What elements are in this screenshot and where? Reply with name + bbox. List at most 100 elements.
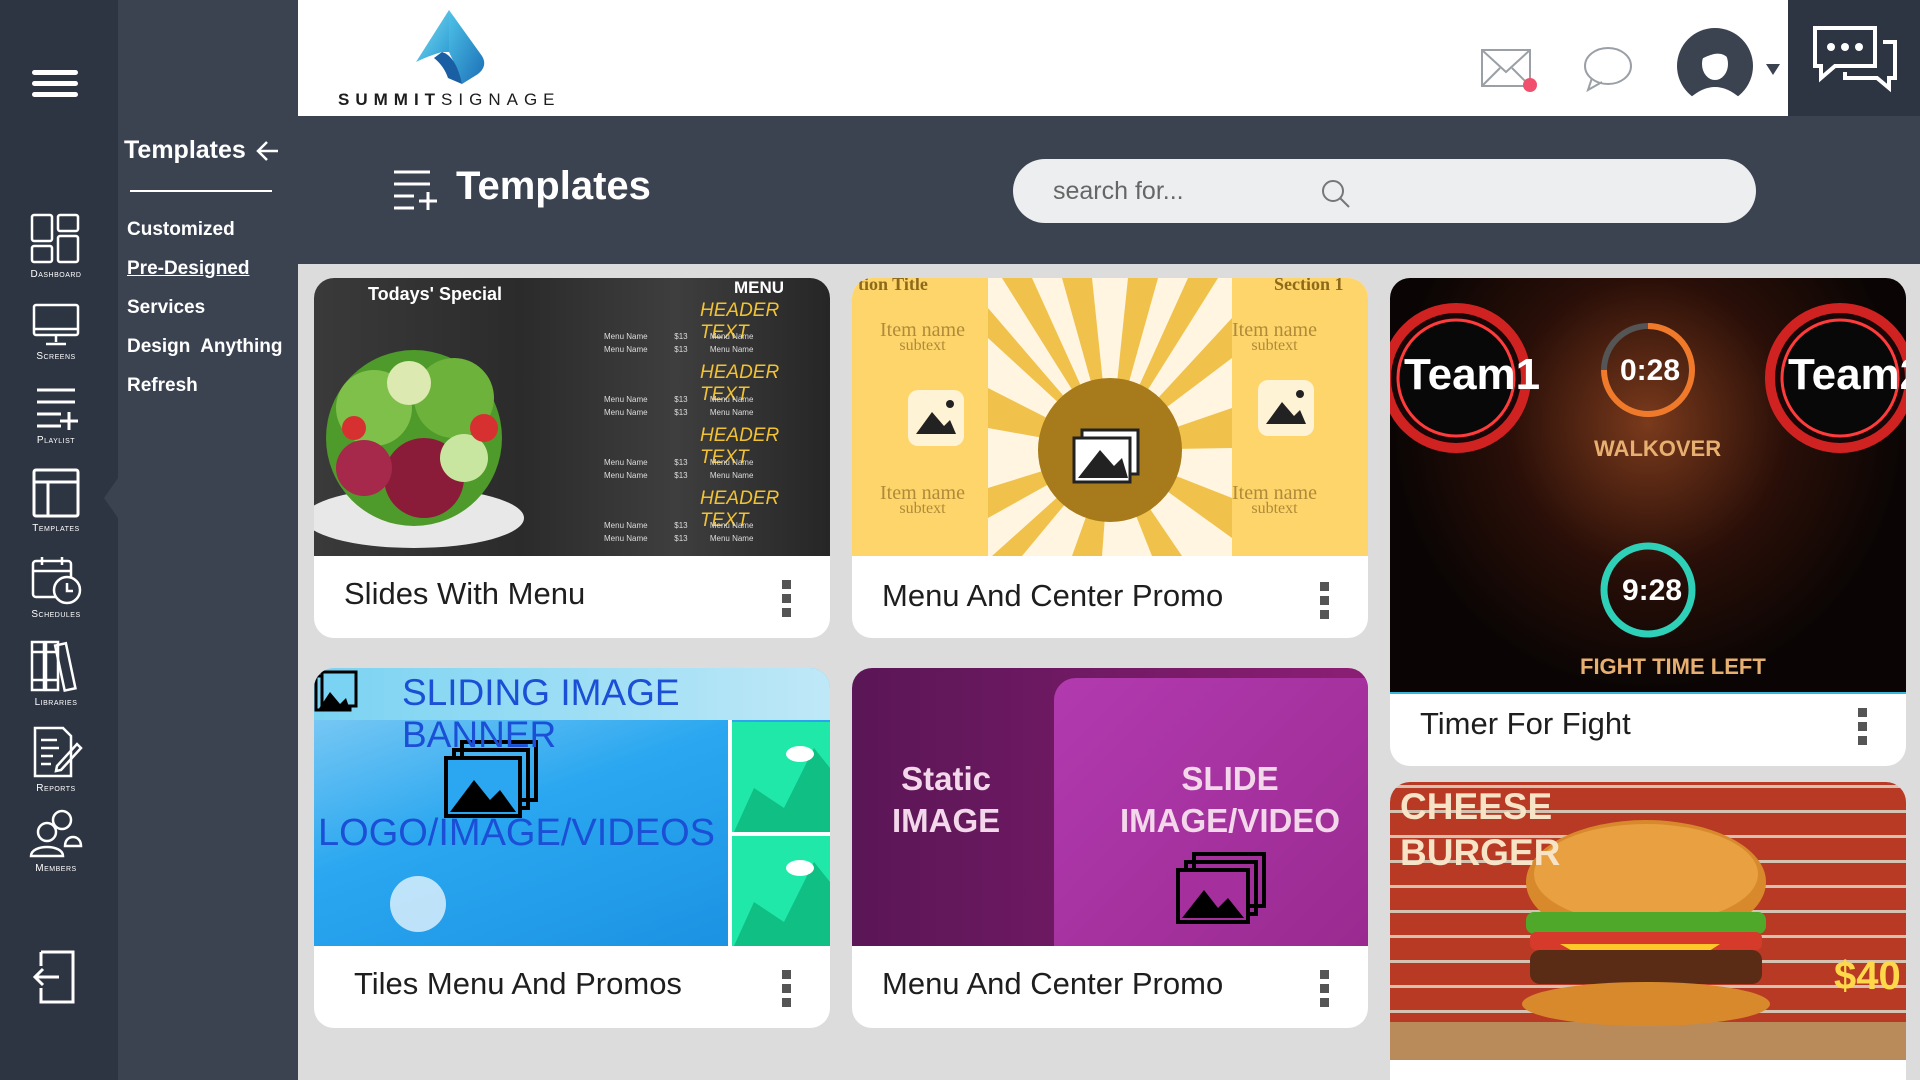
rail-item-reports[interactable]: Reports (0, 724, 112, 794)
thumb-title: tion Title (858, 278, 928, 294)
template-name: Menu And Center Promo (882, 578, 1224, 613)
thumb-menu-rows: Menu Name $13 Menu Name Menu Name $13 Me… (604, 521, 754, 543)
active-indicator (104, 478, 118, 518)
rail-item-schedules[interactable]: Schedules (0, 554, 112, 620)
more-options-icon[interactable] (782, 580, 794, 622)
more-options-icon[interactable] (1320, 582, 1332, 624)
brand-wordmark: SUMMITSIGNAGE (338, 90, 561, 109)
thumb-cheese-burger: CHEESE BURGER (1400, 786, 1561, 873)
thumb-team1: Team1 (1404, 350, 1541, 399)
rail-item-dashboard[interactable]: Dashboard (0, 212, 112, 280)
rail-label: Screens (36, 351, 76, 362)
templates-list-icon (394, 170, 437, 210)
template-name: Menu And Center Promo (882, 966, 1224, 1001)
template-thumbnail[interactable]: SLIDING IMAGE BANNER LOGO/IMAGE/VIDEOS (314, 668, 830, 946)
template-card[interactable]: SLIDING IMAGE BANNER LOGO/IMAGE/VIDEOS T… (314, 668, 830, 1028)
template-card[interactable]: tion Title Section 1 Item name subtext It… (852, 278, 1368, 638)
fight-timer-image (1390, 303, 1906, 638)
divider (1390, 692, 1906, 694)
arrow-left-icon[interactable] (256, 140, 280, 162)
chevron-down-icon[interactable] (1766, 64, 1780, 76)
thumb-label2: FIGHT TIME LEFT (1580, 654, 1766, 679)
brand-logo[interactable]: SUMMITSIGNAGE (338, 8, 561, 110)
rail-label: Schedules (31, 609, 81, 620)
mail-icon[interactable] (1480, 46, 1540, 96)
template-thumbnail[interactable]: Team1 Team2 0:28 WALKOVER 9:28 FIGHT TIM… (1390, 278, 1906, 692)
template-thumbnail[interactable]: CHEESE BURGER $40 (1390, 782, 1906, 1060)
thumb-item: Item name subtext (1232, 482, 1317, 517)
members-icon (29, 809, 83, 858)
secondary-sidebar: Templates Customized Pre-Designed Servic… (118, 0, 298, 1080)
rail-item-templates[interactable]: Templates (0, 466, 112, 534)
search-icon[interactable] (1321, 179, 1351, 209)
summit-logo-icon (416, 10, 485, 84)
main-content: Templates Todays' Special MENU HEADER T (298, 116, 1920, 1080)
monitor-icon (32, 303, 80, 346)
rail-item-members[interactable]: Members (0, 808, 112, 874)
template-name: Slides With Menu (344, 576, 586, 611)
templates-icon (32, 468, 80, 518)
logout-icon (32, 950, 75, 1004)
avatar-icon (1677, 28, 1753, 106)
more-options-icon[interactable] (1858, 708, 1870, 750)
template-card[interactable]: Team1 Team2 0:28 WALKOVER 9:28 FIGHT TIM… (1390, 278, 1906, 766)
chat-support-icon (1813, 26, 1897, 93)
rail-label: Playlist (36, 435, 76, 446)
template-thumbnail[interactable]: tion Title Section 1 Item name subtext It… (852, 278, 1368, 556)
rail-label: Members (35, 863, 77, 874)
thumb-banner: SLIDING IMAGE BANNER (402, 672, 680, 755)
thumb-timer1: 0:28 (1620, 354, 1681, 387)
thumb-timer2: 9:28 (1622, 574, 1683, 607)
thumb-team2: Team2 (1788, 350, 1906, 399)
thumb-static: Static IMAGE (892, 760, 1001, 839)
rail-item-playlist[interactable]: Playlist (0, 382, 112, 446)
subnav-link-services[interactable]: Services (127, 296, 283, 335)
template-card[interactable]: CHEESE BURGER $40 (1390, 782, 1906, 1080)
books-icon (30, 640, 77, 693)
rail-label: Dashboard (30, 269, 82, 280)
template-thumbnail[interactable]: Todays' Special MENU HEADER TEXT HEADER … (314, 278, 830, 556)
rail-label: Reports (36, 783, 76, 794)
rail-item-libraries[interactable]: Libraries (0, 638, 112, 708)
search-bar[interactable] (1013, 159, 1756, 223)
thumb-item: Item name subtext (880, 482, 965, 517)
thumb-menu-label: MENU (734, 278, 785, 297)
page-header: Templates (298, 116, 1920, 264)
subnav-link-refresh[interactable]: Refresh (127, 374, 283, 413)
thumb-menu-rows: Menu Name $13 Menu Name Menu Name $13 Me… (604, 458, 754, 480)
thumb-main: LOGO/IMAGE/VIDEOS (318, 812, 715, 854)
icon-rail: Dashboard Screens Playlist Templates Sch… (0, 0, 118, 1080)
logout-button[interactable] (0, 948, 112, 1006)
thumb-item: Item name subtext (880, 319, 965, 354)
dashboard-icon (30, 213, 80, 264)
subnav-header: Templates (124, 136, 280, 165)
support-chat-button[interactable] (1788, 0, 1920, 116)
rail-item-screens[interactable]: Screens (0, 302, 112, 362)
subnav-link-customized[interactable]: Customized (127, 218, 283, 257)
subnav-link-design-anything[interactable]: Design Anything (127, 335, 283, 374)
rail-label: Libraries (34, 697, 78, 708)
report-edit-icon (33, 726, 83, 778)
more-options-icon[interactable] (782, 970, 794, 1012)
hamburger-menu-icon[interactable] (32, 70, 78, 102)
subnav-title: Templates (124, 136, 246, 164)
template-name: Tiles Menu And Promos (354, 966, 682, 1001)
subnav-links: Customized Pre-Designed Services Design … (127, 218, 283, 413)
rail-label: Templates (32, 523, 80, 534)
thumb-menu-rows: Menu Name $13 Menu Name Menu Name $13 Me… (604, 395, 754, 417)
thumb-label1: WALKOVER (1594, 436, 1722, 461)
chat-bubble-icon[interactable] (1582, 44, 1634, 92)
template-card[interactable]: Static IMAGE SLIDE IMAGE/VIDEO Menu And Ce… (852, 668, 1368, 1028)
thumb-section: Section 1 (1274, 278, 1344, 294)
subnav-link-pre-designed[interactable]: Pre-Designed (127, 257, 283, 296)
thumb-item: Item name subtext (1232, 319, 1317, 354)
divider (130, 190, 272, 192)
template-card[interactable]: Todays' Special MENU HEADER TEXT HEADER … (314, 278, 830, 638)
template-thumbnail[interactable]: Static IMAGE SLIDE IMAGE/VIDEO (852, 668, 1368, 946)
top-header: SUMMITSIGNAGE (298, 0, 1788, 116)
search-input[interactable] (1053, 159, 1453, 223)
template-name: Timer For Fight (1420, 706, 1631, 741)
user-avatar[interactable] (1676, 26, 1754, 111)
more-options-icon[interactable] (1320, 970, 1332, 1012)
calendar-clock-icon (31, 557, 82, 605)
